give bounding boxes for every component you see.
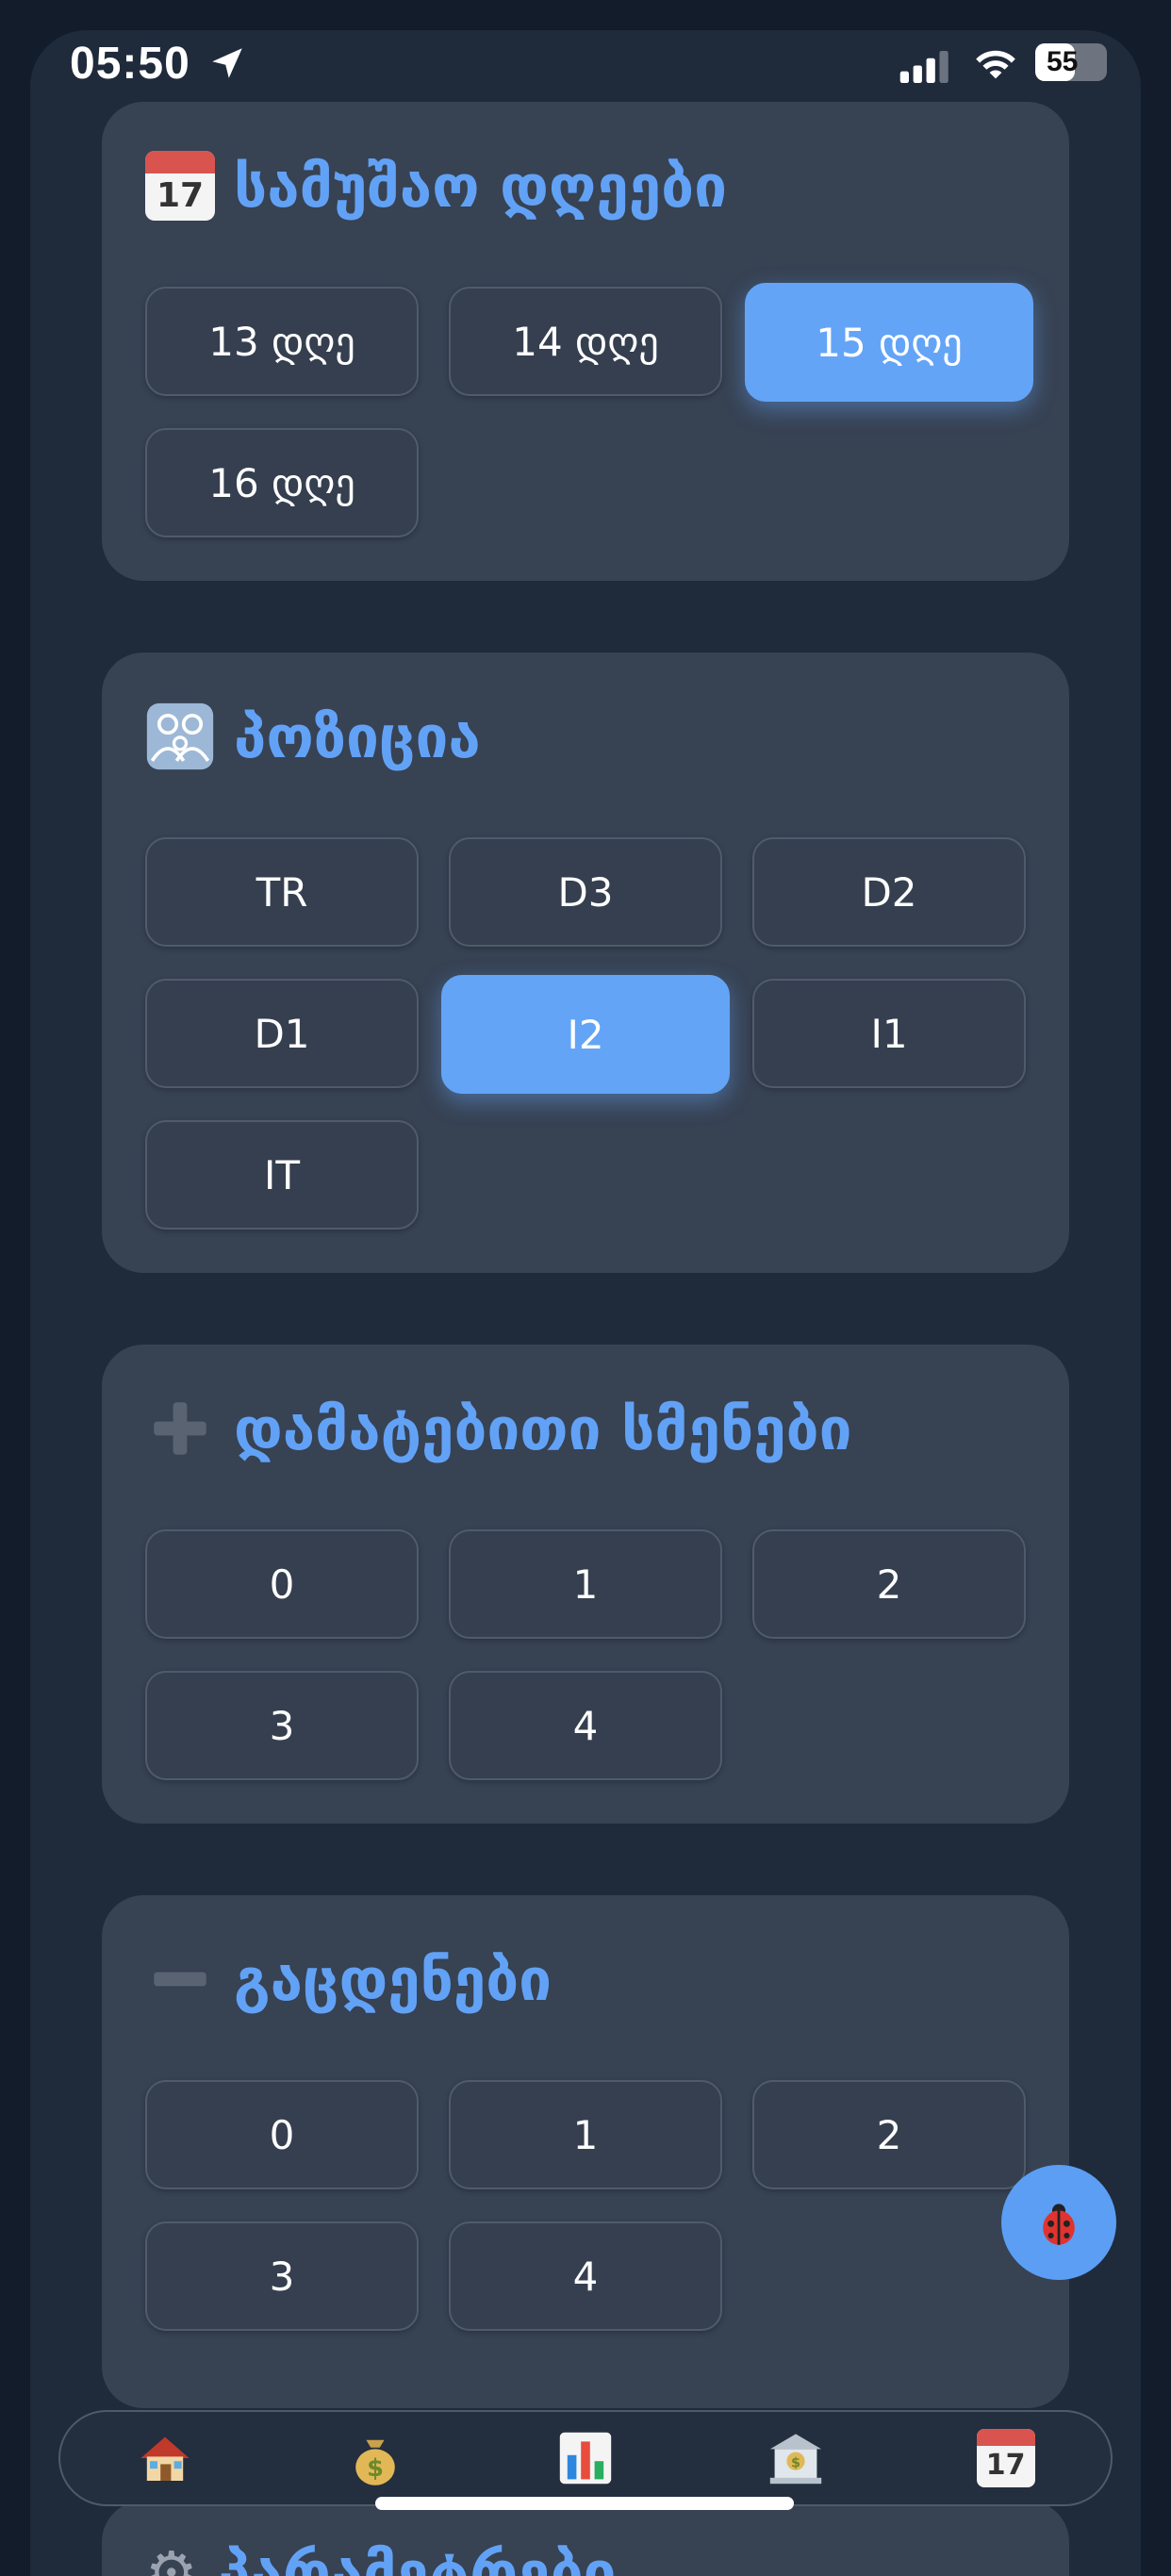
position-option-d3[interactable]: D3 [449,837,722,947]
nav-money[interactable]: $ [338,2420,413,2496]
status-bar: 05:50 55 [30,30,1141,124]
gear-icon: ⚙ [145,2538,198,2576]
nav-home[interactable] [127,2420,203,2496]
plus-icon [154,1402,206,1455]
position-option-tr[interactable]: TR [145,837,419,947]
svg-text:$: $ [791,2456,800,2471]
calendar-icon: 17 [976,2429,1035,2487]
position-option-d1[interactable]: D1 [145,979,419,1088]
settings-card-peek: ⚙ პარამეტრები [102,2501,1069,2576]
bottom-navigation: $ $ 17 [58,2410,1113,2506]
extra-shifts-option-2[interactable]: 2 [752,1529,1026,1639]
money-bag-icon: $ [355,2439,395,2485]
missed-option-0[interactable]: 0 [145,2080,419,2189]
missed-option-1[interactable]: 1 [449,2080,722,2189]
bug-report-button[interactable] [1001,2165,1116,2280]
status-time: 05:50 [70,39,190,89]
position-option-it[interactable]: IT [145,1120,419,1230]
extra-shifts-option-0[interactable]: 0 [145,1529,419,1639]
work-days-option-14[interactable]: 14 დღე [449,287,722,396]
svg-text:$: $ [367,2454,384,2483]
extra-shifts-option-1[interactable]: 1 [449,1529,722,1639]
work-days-option-13[interactable]: 13 დღე [145,287,419,396]
cellular-signal-icon [899,51,948,83]
extra-shifts-title: დამატებითი სმენები [234,1394,852,1463]
people-icon [146,702,214,770]
bar-chart-icon [559,2432,612,2485]
nav-bank[interactable]: $ [758,2420,833,2496]
missed-option-3[interactable]: 3 [145,2221,419,2331]
wifi-icon [976,50,1015,79]
extra-shifts-card: დამატებითი სმენები 0 1 2 3 4 [102,1345,1069,1824]
nav-calendar[interactable]: 17 [968,2420,1044,2496]
bank-icon: $ [769,2434,821,2485]
extra-shifts-option-4[interactable]: 4 [449,1671,722,1780]
position-title: პოზიცია [234,702,481,771]
missed-option-4[interactable]: 4 [449,2221,722,2331]
work-days-option-15[interactable]: 15 დღე [745,283,1033,402]
battery-level-text: 55 [1047,46,1079,77]
nav-statistics[interactable] [548,2420,623,2496]
settings-title: პარამეტრები [218,2538,617,2576]
minus-icon [154,1972,206,1987]
missed-title: გაცდენები [234,1944,553,2014]
position-card: პოზიცია TR D3 D2 D1 I2 I1 IT [102,652,1069,1273]
ladybug-icon [1043,2204,1075,2245]
work-days-option-16[interactable]: 16 დღე [145,428,419,537]
missed-card: გაცდენები 0 1 2 3 4 [102,1895,1069,2408]
home-indicator[interactable] [375,2497,794,2510]
position-option-i2[interactable]: I2 [441,975,730,1094]
calendar-icon: 17 [145,151,215,221]
position-option-d2[interactable]: D2 [752,837,1026,947]
work-days-card: 17 სამუშაო დღეები 13 დღე 14 დღე 15 დღე 1… [102,102,1069,581]
house-icon [140,2436,190,2481]
phone-screen: 05:50 55 17 სამუშაო დღეები 13 დღე 14 დღე… [30,30,1141,2576]
missed-option-2[interactable]: 2 [752,2080,1026,2189]
position-option-i1[interactable]: I1 [752,979,1026,1088]
extra-shifts-option-3[interactable]: 3 [145,1671,419,1780]
battery-indicator: 55 [1035,43,1107,81]
work-days-title: სამუშაო დღეები [234,151,728,221]
location-arrow-icon [212,48,242,78]
